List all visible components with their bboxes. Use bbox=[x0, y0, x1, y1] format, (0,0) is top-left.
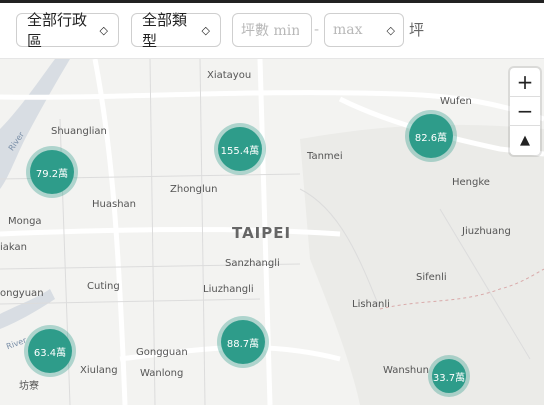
type-select[interactable]: 全部類型 ◇ bbox=[131, 11, 221, 50]
place-label: Monga bbox=[8, 216, 42, 227]
chevron-updown-icon: ◇ bbox=[201, 23, 210, 37]
place-label: Xiulang bbox=[80, 365, 118, 376]
place-label: Hengke bbox=[452, 177, 490, 188]
zoom-in-button[interactable]: + bbox=[510, 68, 540, 97]
place-label: Sanzhangli bbox=[225, 258, 280, 269]
place-label: Wufen bbox=[440, 96, 472, 107]
cluster-marker[interactable]: 155.4萬 bbox=[218, 127, 262, 171]
filter-bar: 全部行政區 ◇ 全部類型 ◇ 坪數 min - max ◇ 坪 bbox=[0, 0, 544, 59]
place-label: Zhonglun bbox=[170, 184, 218, 195]
min-size-placeholder: 坪數 min bbox=[241, 23, 299, 39]
place-label: Liuzhangli bbox=[203, 284, 254, 295]
max-size-input[interactable]: max ◇ bbox=[324, 13, 404, 47]
place-label: Tanmei bbox=[307, 151, 343, 162]
place-label: Wanshun bbox=[383, 365, 429, 376]
district-value: 全部行政區 bbox=[27, 11, 88, 50]
unit-label: 坪 bbox=[409, 21, 425, 39]
cluster-marker[interactable]: 63.4萬 bbox=[28, 329, 72, 373]
place-label: Huashan bbox=[92, 199, 136, 210]
map-controls: + − ▲ bbox=[510, 68, 540, 155]
map-canvas[interactable]: Xiatayou Wufen Shuanglian Tanmei Zhonglu… bbox=[0, 59, 544, 405]
type-value: 全部類型 bbox=[142, 11, 188, 50]
place-label: Xiatayou bbox=[207, 70, 252, 81]
cluster-marker[interactable]: 82.6萬 bbox=[409, 114, 453, 158]
chevron-updown-icon: ◇ bbox=[99, 23, 108, 37]
range-separator: - bbox=[314, 22, 320, 38]
place-label: Cuting bbox=[87, 281, 120, 292]
place-label: 坊寮 bbox=[19, 381, 39, 392]
place-label: Lishanli bbox=[352, 299, 390, 310]
zoom-out-button[interactable]: − bbox=[510, 97, 540, 126]
place-label: Jiuzhuang bbox=[462, 226, 511, 237]
place-label: iakan bbox=[0, 242, 27, 253]
place-label: Sifenli bbox=[416, 272, 447, 283]
cluster-marker[interactable]: 33.7萬 bbox=[432, 359, 466, 393]
district-select[interactable]: 全部行政區 ◇ bbox=[16, 11, 119, 50]
place-label: ongyuan bbox=[0, 288, 44, 299]
place-label: Wanlong bbox=[140, 368, 184, 379]
cluster-marker[interactable]: 79.2萬 bbox=[30, 150, 74, 194]
compass-icon[interactable]: ▲ bbox=[510, 126, 540, 155]
max-size-placeholder: max bbox=[333, 22, 363, 38]
city-label: TAIPEI bbox=[232, 224, 292, 242]
place-label: Shuanglian bbox=[51, 126, 107, 137]
cluster-marker[interactable]: 88.7萬 bbox=[221, 320, 265, 364]
place-label: Gongguan bbox=[136, 347, 188, 358]
stepper-icon[interactable]: ◇ bbox=[387, 24, 395, 37]
min-size-input[interactable]: 坪數 min bbox=[232, 13, 312, 47]
